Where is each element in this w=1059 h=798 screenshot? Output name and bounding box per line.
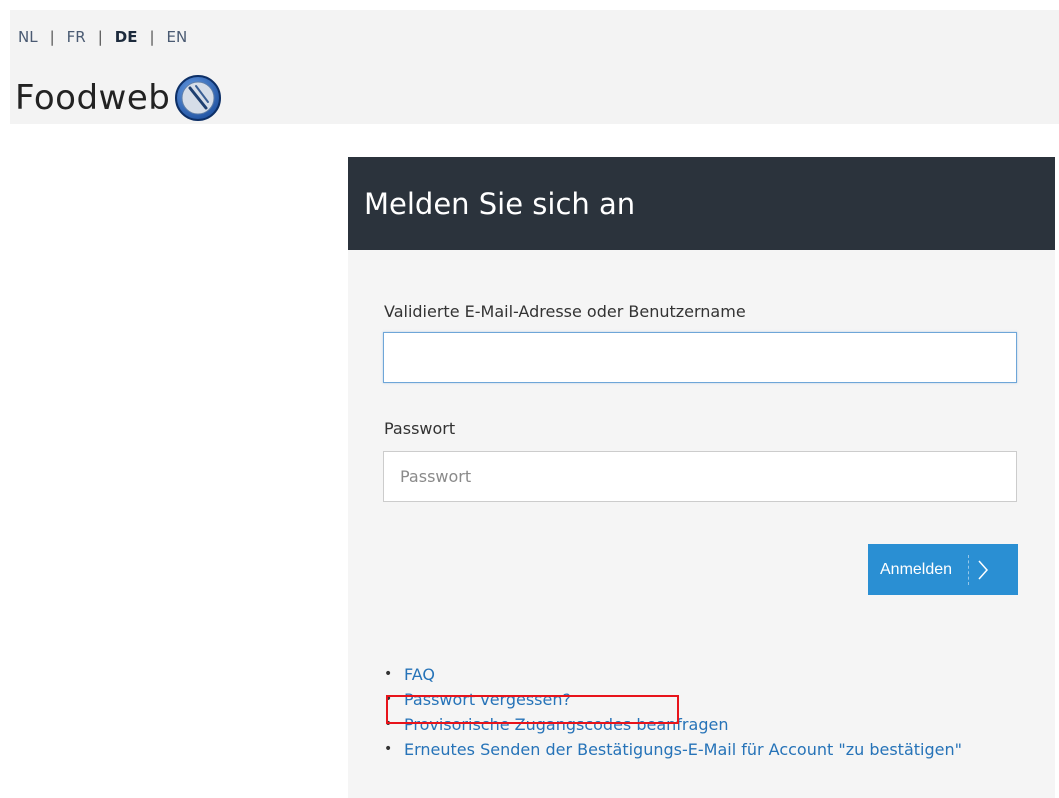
lang-separator: | [149, 28, 155, 46]
help-links: • FAQ • Passwort vergessen? • Provisoris… [384, 662, 962, 762]
bullet: • [384, 691, 393, 707]
request-temporary-codes-link[interactable]: Provisorische Zugangscodes beanfragen [404, 712, 728, 737]
username-input[interactable] [383, 332, 1017, 383]
bullet: • [384, 716, 393, 732]
page-title: Melden Sie sich an [364, 186, 636, 221]
login-panel-header: Melden Sie sich an [348, 157, 1055, 250]
chevron-right-icon [978, 560, 989, 579]
password-label: Passwort [384, 419, 456, 438]
button-divider [968, 554, 970, 585]
list-item: • Erneutes Senden der Bestätigungs-E-Mai… [384, 737, 962, 762]
lang-fr[interactable]: FR [67, 28, 86, 46]
list-item: • Provisorische Zugangscodes beanfragen [384, 712, 962, 737]
fork-knife-icon [175, 75, 222, 121]
list-item: • Passwort vergessen? [384, 687, 962, 712]
forgot-password-link[interactable]: Passwort vergessen? [404, 687, 571, 712]
logo[interactable]: Foodweb [15, 74, 222, 122]
login-button-label: Anmelden [880, 560, 953, 578]
lang-de[interactable]: DE [115, 28, 138, 46]
lang-separator: | [49, 28, 55, 46]
resend-confirmation-link[interactable]: Erneutes Senden der Bestätigungs-E-Mail … [404, 737, 962, 762]
bullet: • [384, 741, 393, 757]
password-input[interactable] [383, 451, 1017, 502]
logo-text: Foodweb [15, 78, 171, 118]
list-item: • FAQ [384, 662, 962, 687]
login-panel: Melden Sie sich an Validierte E-Mail-Adr… [348, 157, 1055, 798]
lang-nl[interactable]: NL [18, 28, 38, 46]
login-button[interactable]: Anmelden [868, 544, 1018, 595]
site-header: NL | FR | DE | EN Foodweb [10, 10, 1059, 124]
username-label: Validierte E-Mail-Adresse oder Benutzern… [384, 302, 746, 321]
lang-separator: | [97, 28, 103, 46]
language-switcher: NL | FR | DE | EN [18, 28, 187, 46]
lang-en[interactable]: EN [167, 28, 188, 46]
bullet: • [384, 666, 393, 682]
faq-link[interactable]: FAQ [404, 662, 435, 687]
